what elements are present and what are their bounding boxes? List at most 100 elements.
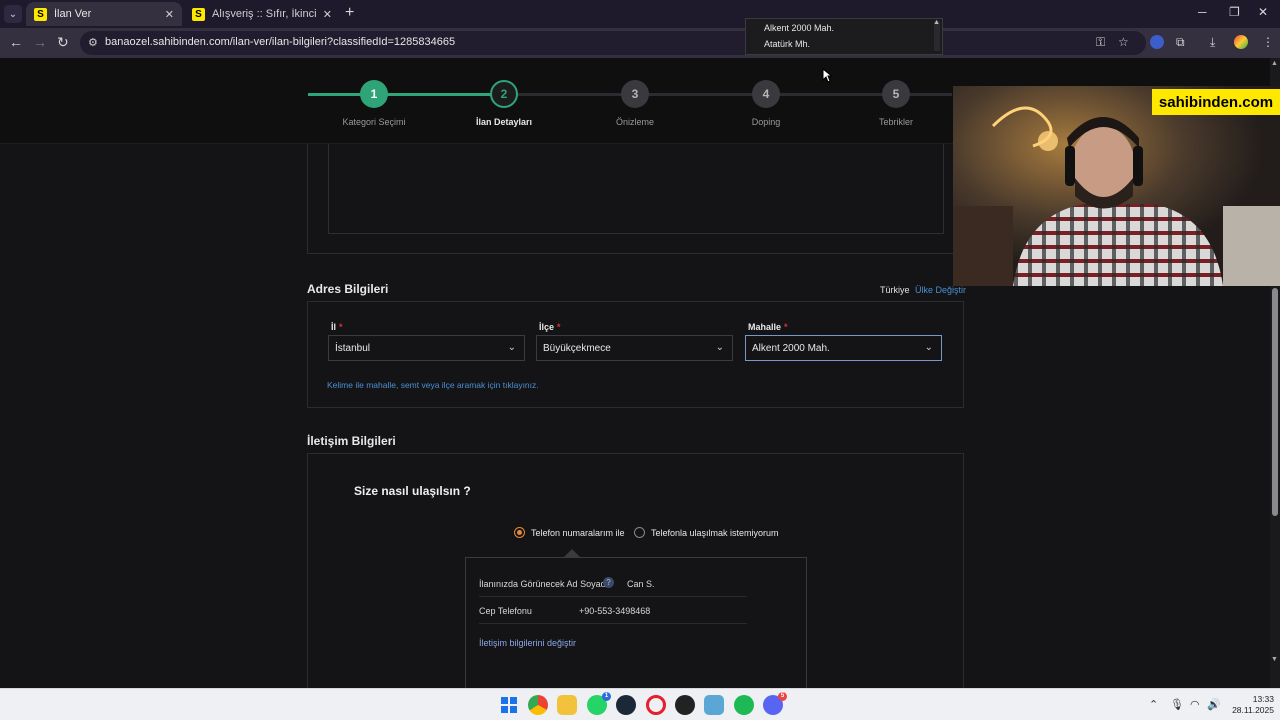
- opera-icon[interactable]: [646, 695, 666, 715]
- tab-alisveris[interactable]: S Alışveriş :: Sıfır, İkinci El Ürünler …: [184, 2, 340, 26]
- change-contact-link[interactable]: İletişim bilgilerini değiştir: [479, 638, 576, 648]
- notification-badge: 1: [602, 692, 611, 701]
- windows-start-icon[interactable]: [499, 695, 519, 715]
- steam-icon[interactable]: [616, 695, 636, 715]
- tab-search-chevron-icon[interactable]: ⌄: [4, 5, 22, 23]
- wifi-icon[interactable]: ◠: [1190, 698, 1200, 711]
- chrome-icon[interactable]: [528, 695, 548, 715]
- radio-label: Telefon numaralarım ile: [531, 527, 625, 538]
- menu-icon[interactable]: ⋮: [1262, 35, 1274, 49]
- clock-time: 13:33: [1252, 694, 1274, 704]
- close-icon[interactable]: ✕: [165, 8, 174, 21]
- step-number: 2: [490, 80, 518, 108]
- forward-icon[interactable]: →: [33, 34, 47, 50]
- step-number: 5: [882, 80, 910, 108]
- spotify-icon[interactable]: [734, 695, 754, 715]
- extensions-icon[interactable]: ⧉: [1176, 35, 1185, 50]
- step-label: İlan Detayları: [475, 117, 533, 127]
- step-label: Tebrikler: [878, 117, 913, 127]
- app-icon[interactable]: [704, 695, 724, 715]
- volume-icon[interactable]: 🔊: [1207, 698, 1221, 711]
- address-bar[interactable]: ⚙ banaozel.sahibinden.com/ilan-ver/ilan-…: [80, 31, 1146, 55]
- step-onizleme: 3 Önizleme: [575, 80, 695, 127]
- scroll-up-icon[interactable]: ▲: [1271, 60, 1278, 67]
- mahalle-select[interactable]: Alkent 2000 Mah. ⌄: [745, 335, 942, 361]
- chevron-down-icon: ⌄: [715, 342, 724, 353]
- il-select[interactable]: İstanbul ⌄: [328, 335, 525, 361]
- ilce-select[interactable]: Büyükçekmece ⌄: [536, 335, 733, 361]
- step-doping: 4 Doping: [706, 80, 826, 127]
- browser-toolbar: ← → ↻ ⚙ banaozel.sahibinden.com/ilan-ver…: [0, 28, 1280, 58]
- contact-form: Size nasıl ulaşılsın ? Telefon numaralar…: [307, 453, 964, 688]
- radio-no-phone-option[interactable]: Telefonla ulaşılmak istemiyorum: [634, 527, 779, 538]
- address-search-link[interactable]: Kelime ile mahalle, semt veya ilçe arama…: [327, 380, 539, 390]
- step-number: 4: [752, 80, 780, 108]
- step-number: 1: [360, 80, 388, 108]
- system-clock[interactable]: 13:33 28.11.2025: [1228, 694, 1274, 716]
- chevron-up-icon[interactable]: ⌃: [1149, 698, 1158, 711]
- maximize-icon[interactable]: ❐: [1229, 5, 1240, 19]
- download-icon[interactable]: ⤓: [1210, 35, 1215, 50]
- star-icon[interactable]: ☆: [1118, 35, 1129, 49]
- reload-icon[interactable]: ↻: [57, 34, 69, 51]
- close-icon[interactable]: ✕: [323, 8, 332, 21]
- contact-question: Size nasıl ulaşılsın ?: [354, 484, 471, 498]
- tab-ilan-ver[interactable]: S İlan Ver ✕: [26, 2, 182, 26]
- discord-icon[interactable]: 5: [763, 692, 787, 715]
- step-label: Kategori Seçimi: [342, 117, 406, 127]
- extension-icon[interactable]: [1150, 35, 1164, 49]
- mahalle-dropdown-list: Alkent 2000 Mah. Atatürk Mh. ▲: [745, 18, 943, 55]
- country-name: Türkiye: [880, 285, 910, 295]
- sahibinden-favicon-icon: S: [34, 7, 47, 21]
- description-editor[interactable]: [328, 144, 944, 234]
- key-icon[interactable]: ⚿: [1096, 35, 1105, 50]
- sahibinden-favicon-icon: S: [192, 7, 205, 21]
- ilce-value: Büyükçekmece: [543, 343, 611, 354]
- brand-text: sahibinden.com: [1158, 93, 1274, 111]
- scroll-down-icon[interactable]: ▼: [1271, 656, 1278, 663]
- step-number: 3: [621, 80, 649, 108]
- radio-phone-option[interactable]: Telefon numaralarım ile: [514, 527, 625, 538]
- microphone-icon[interactable]: 🎙: [1170, 698, 1184, 711]
- address-section-title: Adres Bilgileri: [307, 282, 389, 296]
- name-value: Can S.: [627, 579, 655, 589]
- window-close-icon[interactable]: ✕: [1258, 5, 1268, 19]
- il-value: İstanbul: [335, 343, 371, 354]
- brand-logo: sahibinden.com: [1152, 89, 1280, 115]
- phone-value: +90-553-3498468: [579, 606, 651, 616]
- tab-title: İlan Ver: [54, 8, 92, 20]
- scrollbar-thumb[interactable]: [1272, 288, 1278, 516]
- whatsapp-icon[interactable]: 1: [587, 692, 611, 715]
- minimize-icon[interactable]: ─: [1198, 5, 1207, 19]
- site-info-icon[interactable]: ⚙: [88, 36, 98, 49]
- browser-tab-bar: ⌄ S İlan Ver ✕ S Alışveriş :: Sıfır, İki…: [0, 0, 1280, 28]
- notification-badge: 5: [778, 692, 787, 701]
- phone-row: Cep Telefonu +90-553-3498468: [479, 598, 747, 624]
- step-label: Doping: [751, 117, 781, 127]
- tab-title: Alışveriş :: Sıfır, İkinci El Ürünler: [212, 8, 319, 20]
- chevron-down-icon: ⌄: [924, 342, 933, 353]
- name-label: İlanınızda Görünecek Ad Soyad: [479, 579, 606, 589]
- profile-icon[interactable]: [1234, 35, 1248, 49]
- file-explorer-icon[interactable]: [557, 695, 577, 715]
- help-icon[interactable]: ?: [603, 577, 614, 588]
- change-country-link[interactable]: Ülke Değiştir: [915, 285, 966, 295]
- address-form: İl * İstanbul ⌄ İlçe * Büyükçekmece ⌄ Maha…: [307, 301, 964, 408]
- radio-unselected-icon: [634, 527, 645, 538]
- step-tebrikler: 5 Tebrikler: [836, 80, 956, 127]
- step-label: Önizleme: [615, 117, 654, 127]
- plus-icon[interactable]: +: [345, 4, 354, 22]
- app-icon[interactable]: [675, 695, 695, 715]
- radio-selected-icon: [514, 527, 525, 538]
- scroll-up-icon[interactable]: ▲: [933, 19, 940, 26]
- url-text[interactable]: banaozel.sahibinden.com/ilan-ver/ilan-bi…: [105, 36, 455, 48]
- step-kategori-secimi: 1 Kategori Seçimi: [314, 80, 434, 127]
- radio-label: Telefonla ulaşılmak istemiyorum: [651, 527, 779, 538]
- webcam-video-image: [953, 86, 1280, 286]
- back-icon[interactable]: ←: [9, 34, 23, 50]
- phone-label: Cep Telefonu: [479, 606, 532, 616]
- dropdown-option[interactable]: Alkent 2000 Mah.: [764, 23, 834, 33]
- dropdown-option[interactable]: Atatürk Mh.: [764, 39, 810, 49]
- mouse-cursor-icon: [822, 68, 832, 83]
- contact-info-card: İlanınızda Görünecek Ad Soyad ? Can S. C…: [465, 557, 807, 688]
